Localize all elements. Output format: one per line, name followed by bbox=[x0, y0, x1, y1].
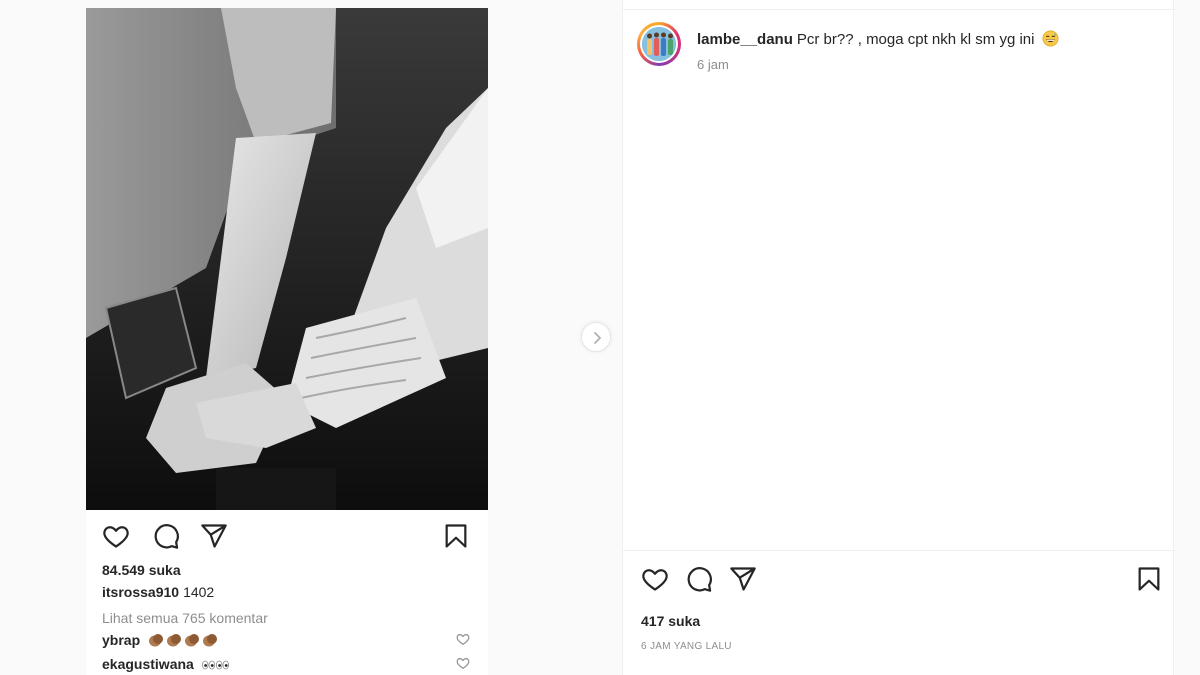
eyes-icon bbox=[201, 660, 215, 670]
right-post-actions bbox=[623, 563, 1175, 595]
like-count[interactable]: 84.549 suka bbox=[102, 562, 181, 578]
post-caption: itsrossa910 1402 bbox=[102, 584, 214, 600]
left-post: 84.549 suka itsrossa910 1402 Lihat semua … bbox=[86, 8, 488, 675]
comment-icon[interactable] bbox=[685, 565, 713, 593]
post-username[interactable]: lambe__danu bbox=[697, 31, 793, 48]
post-caption-text: Pcr br?? , moga cpt nkh kl sm yg ini bbox=[796, 31, 1035, 48]
caption-text: 1402 bbox=[183, 584, 215, 600]
like-heart-icon[interactable] bbox=[102, 522, 130, 550]
save-bookmark-icon[interactable] bbox=[442, 522, 470, 550]
actions-divider bbox=[623, 550, 1175, 551]
clap-icon bbox=[149, 634, 164, 647]
post-photo-image bbox=[86, 8, 488, 510]
left-post-actions bbox=[86, 520, 488, 552]
comment-icon[interactable] bbox=[152, 522, 180, 550]
post-header: lambe__danu Pcr br?? , moga cpt nkh kl sm… bbox=[697, 30, 1059, 48]
share-paper-plane-icon[interactable] bbox=[200, 522, 228, 550]
post-photo[interactable] bbox=[86, 8, 488, 510]
comment-item: ybrap bbox=[102, 632, 472, 648]
comment-item: ekagustiwana bbox=[102, 656, 472, 672]
avatar[interactable] bbox=[637, 22, 681, 66]
caption-username[interactable]: itsrossa910 bbox=[102, 584, 179, 600]
comment-username[interactable]: ybrap bbox=[102, 632, 140, 648]
grinning-sweat-face-icon bbox=[1042, 30, 1059, 47]
save-bookmark-icon[interactable] bbox=[1135, 565, 1163, 593]
view-all-comments-link[interactable]: Lihat semua 765 komentar bbox=[102, 610, 268, 626]
comment-text bbox=[201, 656, 230, 672]
avatar-image bbox=[642, 27, 676, 61]
chevron-right-icon bbox=[594, 332, 601, 344]
clap-icon bbox=[167, 634, 182, 647]
comment-text bbox=[148, 632, 220, 648]
top-divider bbox=[623, 9, 1175, 10]
comment-like-heart-icon[interactable] bbox=[456, 632, 470, 646]
like-count[interactable]: 417 suka bbox=[641, 613, 700, 629]
eyes-icon bbox=[215, 660, 229, 670]
comment-username[interactable]: ekagustiwana bbox=[102, 656, 194, 672]
clap-icon bbox=[185, 634, 200, 647]
like-heart-icon[interactable] bbox=[641, 565, 669, 593]
post-timestamp[interactable]: 6 JAM YANG LALU bbox=[641, 641, 732, 652]
clap-icon bbox=[203, 634, 218, 647]
comment-like-heart-icon[interactable] bbox=[456, 656, 470, 670]
avatar-people-icon bbox=[642, 27, 676, 61]
post-relative-time[interactable]: 6 jam bbox=[697, 57, 729, 72]
share-paper-plane-icon[interactable] bbox=[729, 565, 757, 593]
next-post-button[interactable] bbox=[581, 322, 611, 352]
right-post-panel: lambe__danu Pcr br?? , moga cpt nkh kl sm… bbox=[622, 0, 1175, 675]
